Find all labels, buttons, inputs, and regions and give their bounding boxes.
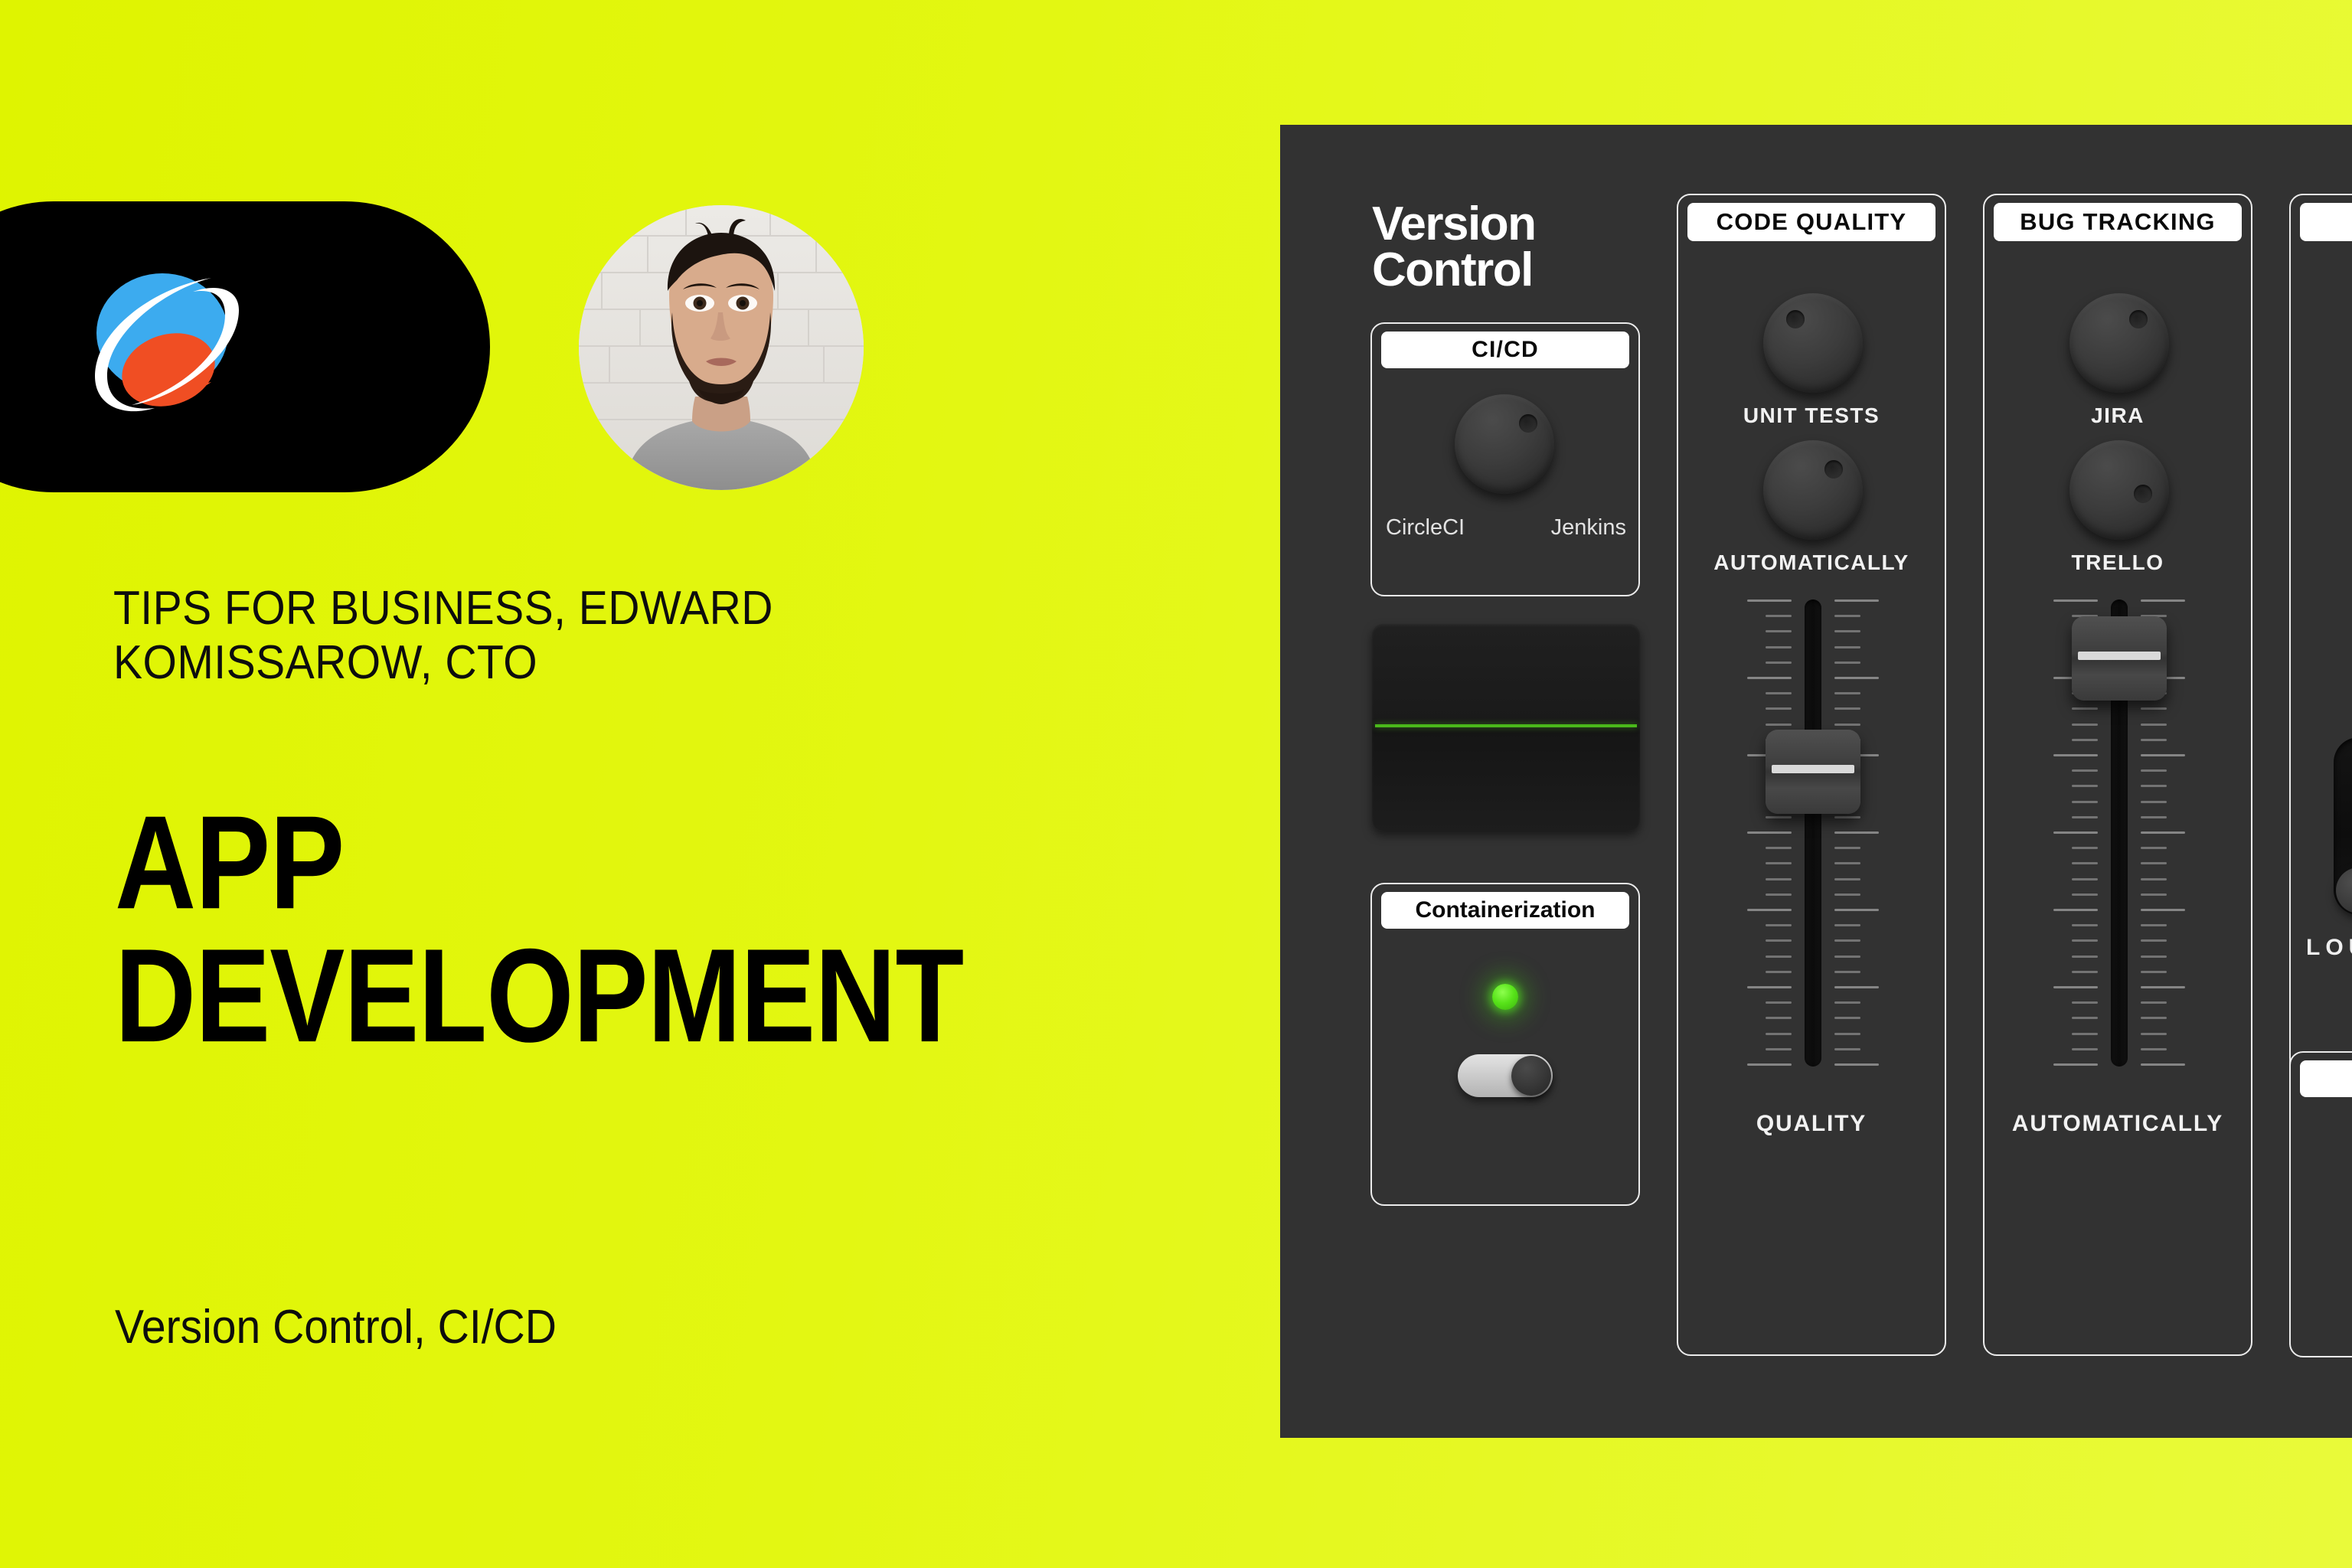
fader-handle-line [1772, 765, 1854, 773]
headline-line-2: DEVELOPMENT [115, 921, 964, 1070]
avatar-portrait-image [579, 205, 864, 490]
waveform-display [1372, 624, 1640, 831]
version-control-column: Version Control CI/CD CircleCI Jenkins C… [1370, 125, 1646, 1438]
quality-fader-label: QUALITY [1756, 1111, 1867, 1136]
knob-indicator-dot [1519, 414, 1537, 433]
mixer-panel: Version Control CI/CD CircleCI Jenkins C… [1280, 125, 2352, 1438]
loudness-slider[interactable] [2334, 737, 2352, 915]
automatically-knob[interactable] [1763, 440, 1863, 540]
section-title-line-1: Version [1372, 198, 1537, 250]
containerization-module-label: Containerization [1381, 892, 1629, 929]
fader-handle[interactable] [2072, 616, 2167, 701]
jira-knob-label: JIRA [2091, 403, 2145, 427]
partial-module-label [2300, 1060, 2352, 1097]
partial-module-lower [2289, 1051, 2352, 1357]
fader-handle[interactable] [1766, 730, 1860, 814]
status-led-icon [1492, 984, 1518, 1010]
knob-indicator-dot [1824, 460, 1843, 479]
channel-strip-bug-tracking: BUG TRACKING JIRA TRELLO AUTOMATICALLY [1983, 194, 2252, 1356]
strip-label: BUG TRACKING [1994, 203, 2242, 241]
automatically-fader-label: AUTOMATICALLY [2011, 1111, 2224, 1136]
automatically-knob-label: AUTOMATICALLY [1713, 550, 1909, 574]
left-content-pane: TIPS FOR BUSINESS, EDWARD KOMISSAROW, CT… [0, 0, 1302, 1568]
eyebrow-text: TIPS FOR BUSINESS, EDWARD KOMISSAROW, CT… [113, 582, 773, 689]
quality-fader[interactable] [1744, 599, 1882, 1067]
logo-pill-background [0, 201, 490, 492]
fader-ticks-right [1834, 599, 1882, 1067]
fader-ticks-left [1744, 599, 1792, 1067]
cicd-module-label: CI/CD [1381, 332, 1629, 368]
avatar [579, 205, 864, 490]
containerization-toggle[interactable] [1458, 1054, 1553, 1097]
waveform-signal-line [1375, 724, 1637, 727]
orbit-planet-logo-icon [95, 273, 239, 412]
page-title: APP DEVELOPMENT [115, 796, 1148, 1063]
loudness-slider-label: LOUD [2306, 935, 2352, 960]
headline-line-1: APP [115, 789, 345, 937]
fader-handle-line [2078, 652, 2161, 660]
cicd-module: CI/CD CircleCI Jenkins [1370, 322, 1640, 596]
section-title-line-2: Control [1372, 243, 1534, 297]
section-title: Version Control [1372, 198, 1632, 297]
fader-track [1805, 599, 1821, 1067]
footer-subtitle: Version Control, CI/CD [115, 1301, 557, 1354]
cicd-selector-knob[interactable] [1455, 394, 1554, 494]
containerization-module: Containerization [1370, 883, 1640, 1206]
toggle-knob [1511, 1056, 1551, 1096]
unit-tests-knob-label: UNIT TESTS [1743, 403, 1880, 427]
strip-label [2300, 203, 2352, 241]
knob-indicator-dot [1786, 310, 1805, 328]
knob-indicator-dot [2134, 485, 2152, 503]
trello-knob[interactable] [2069, 440, 2169, 540]
jira-knob[interactable] [2069, 293, 2169, 393]
trello-knob-label: TRELLO [2071, 550, 2164, 574]
unit-tests-knob[interactable] [1763, 293, 1863, 393]
strip-label: CODE QUALITY [1687, 203, 1936, 241]
automatically-fader[interactable] [2050, 599, 2188, 1067]
knob-indicator-dot [2129, 310, 2148, 328]
channel-strip-code-quality: CODE QUALITY UNIT TESTS AUTOMATICALLY QU… [1677, 194, 1946, 1356]
cicd-option-left[interactable]: CircleCI [1386, 515, 1465, 541]
cicd-option-right[interactable]: Jenkins [1551, 515, 1626, 541]
